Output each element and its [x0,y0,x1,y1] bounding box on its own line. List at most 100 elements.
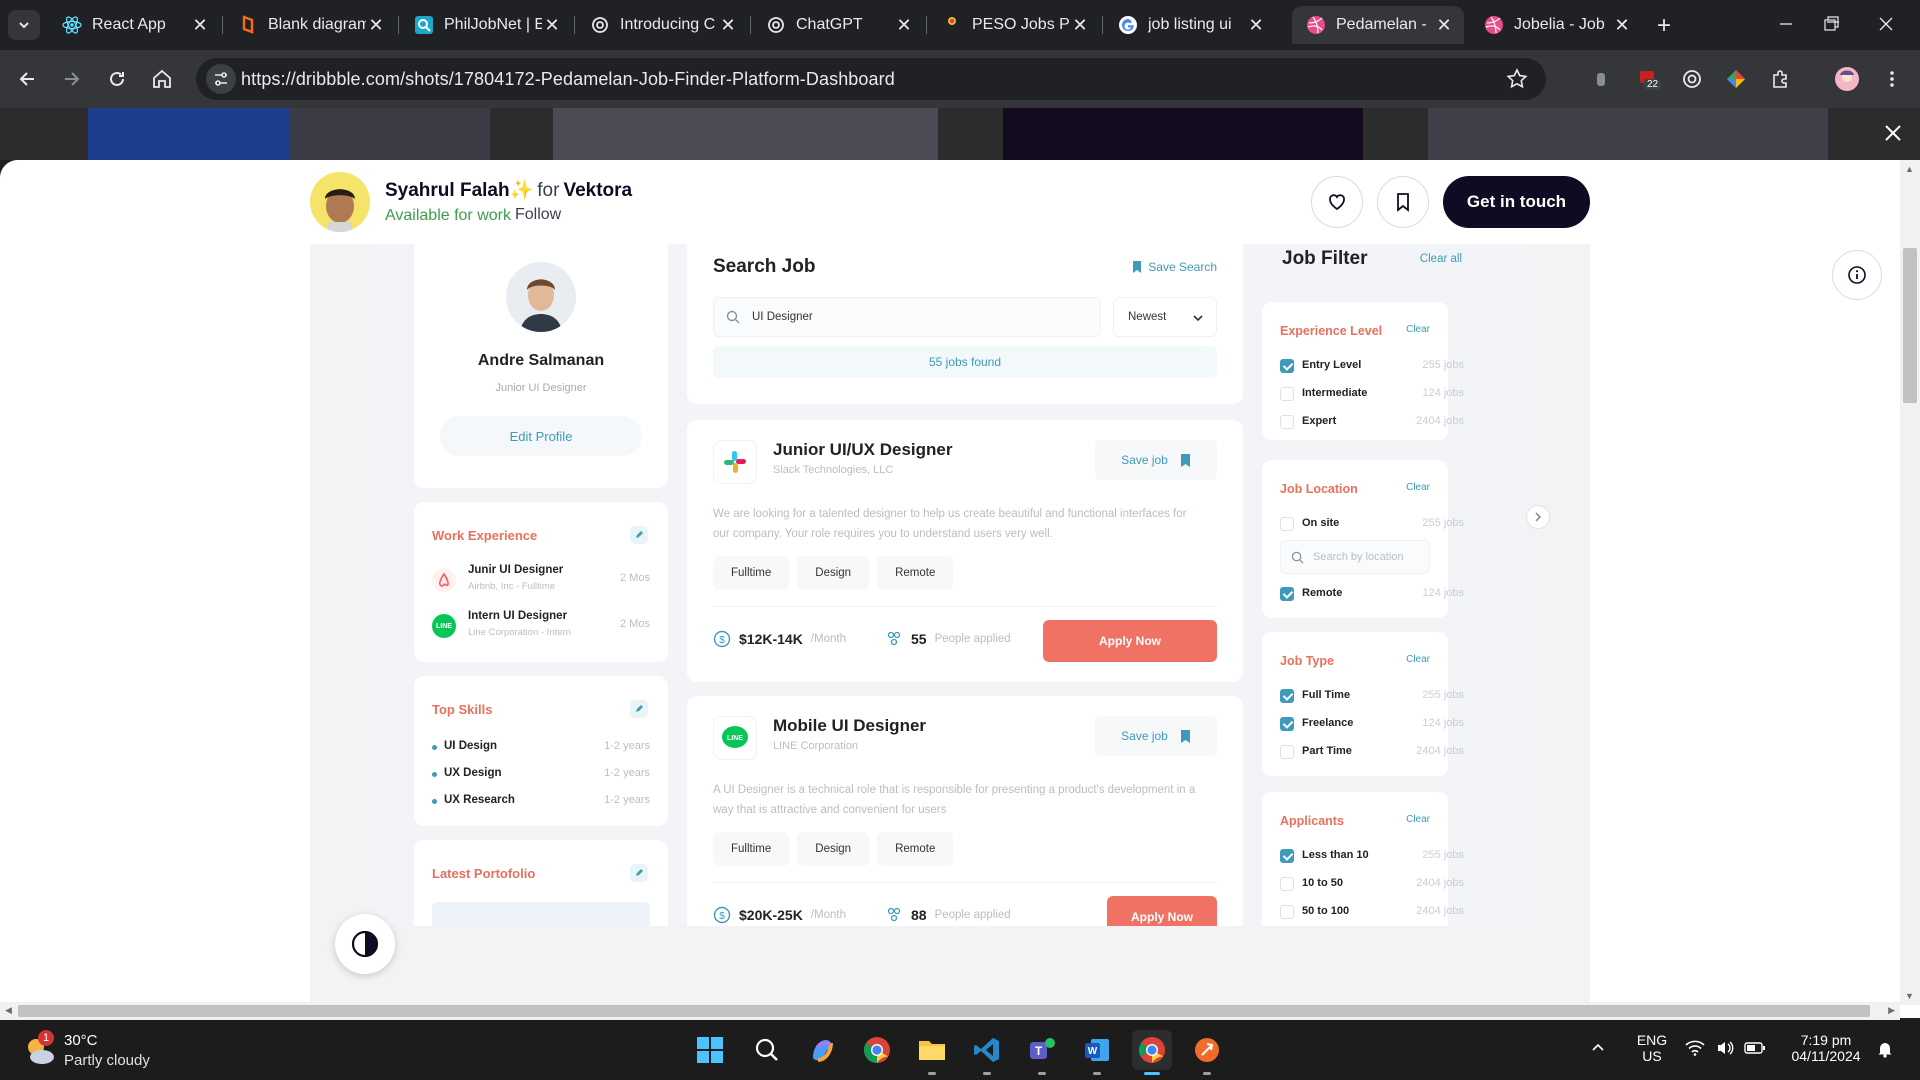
scroll-left-arrow-icon[interactable]: ◀ [5,1005,12,1016]
color-picker-extension-icon[interactable] [1721,64,1751,94]
clear-all-link[interactable]: Clear all [1420,253,1462,265]
battery-icon[interactable] [1744,1041,1766,1055]
checkbox-checked[interactable] [1280,689,1294,703]
checkbox[interactable] [1280,905,1294,919]
apply-now-button[interactable]: Apply Now [1107,896,1217,926]
close-tab-icon[interactable]: ✕ [190,15,210,35]
scrollbar-thumb[interactable] [18,1005,1870,1017]
close-shot-button[interactable] [1878,118,1908,148]
portfolio-thumbnail[interactable] [432,902,650,926]
show-hidden-icons[interactable] [1590,1040,1606,1056]
edit-profile-button[interactable]: Edit Profile [440,416,642,456]
clear-filter-link[interactable]: Clear [1406,654,1430,665]
checkbox[interactable] [1280,745,1294,759]
home-button[interactable] [147,64,177,94]
profile-avatar[interactable] [1832,64,1862,94]
volume-icon[interactable] [1716,1040,1734,1056]
close-tab-icon[interactable]: ✕ [1246,15,1266,35]
tab-introducing[interactable]: Introducing C ✕ [576,6,748,44]
teams-icon[interactable]: T [1022,1030,1062,1070]
job-card[interactable]: Junior UI/UX Designer Slack Technologies… [687,420,1243,682]
get-in-touch-button[interactable]: Get in touch [1443,176,1590,228]
edit-icon[interactable] [630,526,648,544]
clear-filter-link[interactable]: Clear [1406,324,1430,335]
tab-blank-diagram[interactable]: Blank diagram ✕ [224,6,396,44]
reload-button[interactable] [102,64,132,94]
filter-option[interactable]: Remote 124 jobs [1280,586,1464,602]
restore-button[interactable] [1811,12,1851,36]
shot-info-button[interactable] [1832,250,1882,300]
theme-toggle-button[interactable] [335,914,395,974]
language-indicator[interactable]: ENG US [1632,1032,1672,1064]
tab-job-listing-ui[interactable]: job listing ui ✕ [1104,6,1276,44]
back-button[interactable] [12,64,42,94]
address-bar[interactable]: https://dribbble.com/shots/17804172-Peda… [196,58,1546,100]
checkbox-checked[interactable] [1280,587,1294,601]
browser-menu-icon[interactable] [1877,64,1907,94]
tab-search-button[interactable] [8,10,40,40]
extension-icon[interactable] [1586,64,1616,94]
search-icon[interactable] [747,1030,787,1070]
close-tab-icon[interactable]: ✕ [542,15,562,35]
edit-icon[interactable] [630,864,648,882]
word-icon[interactable]: W [1077,1030,1117,1070]
filter-option[interactable]: Intermediate 124 jobs [1280,386,1464,402]
clear-filter-link[interactable]: Clear [1406,482,1430,493]
filter-option[interactable]: Freelance 124 jobs [1280,716,1464,732]
tab-react-app[interactable]: React App ✕ [48,6,220,44]
job-search-input[interactable]: UI Designer [713,297,1101,337]
filter-option[interactable]: Less than 10 255 jobs [1280,848,1464,864]
filter-option[interactable]: Full Time 255 jobs [1280,688,1464,704]
sort-dropdown[interactable]: Newest [1113,297,1217,337]
designer-avatar[interactable] [310,172,370,232]
brave-icon[interactable] [1187,1030,1227,1070]
forward-button[interactable] [57,64,87,94]
apply-now-button[interactable]: Apply Now [1043,620,1217,662]
checkbox-checked[interactable] [1280,849,1294,863]
checkbox[interactable] [1280,415,1294,429]
save-shot-button[interactable] [1377,176,1429,228]
checkbox-checked[interactable] [1280,359,1294,373]
checkbox-checked[interactable] [1280,717,1294,731]
bookmark-star-icon[interactable] [1506,68,1528,90]
close-tab-icon[interactable]: ✕ [1612,15,1632,35]
tab-pedamelan-active[interactable]: Pedamelan - ✕ [1292,6,1464,44]
scroll-right-arrow-icon[interactable]: ▶ [1888,1005,1895,1016]
job-title[interactable]: Junior UI/UX Designer [773,440,952,460]
windows-start-icon[interactable] [690,1030,730,1070]
tab-jobelia[interactable]: Jobelia - Job ✕ [1470,6,1642,44]
filter-option[interactable]: 50 to 100 2404 jobs [1280,904,1464,920]
notification-bell-icon[interactable] [1876,1040,1894,1058]
team-name[interactable]: Vektora [563,180,632,201]
scrollbar-thumb[interactable] [1903,248,1917,403]
designer-name[interactable]: Syahrul Falah [385,180,510,201]
clear-filter-link[interactable]: Clear [1406,814,1430,825]
job-card[interactable]: LINE Mobile UI Designer LINE Corporation… [687,696,1243,926]
clock[interactable]: 7:19 pm 04/11/2024 [1780,1032,1872,1064]
tab-chatgpt[interactable]: ChatGPT ✕ [752,6,924,44]
location-search-input[interactable]: Search by location [1280,540,1430,574]
availability-status[interactable]: Available for work [385,207,511,225]
job-title[interactable]: Mobile UI Designer [773,716,926,736]
checkbox[interactable] [1280,877,1294,891]
filter-option[interactable]: Expert 2404 jobs [1280,414,1464,430]
target-extension-icon[interactable] [1677,64,1707,94]
scroll-down-arrow-icon[interactable]: ▼ [1905,991,1914,1001]
file-explorer-icon[interactable] [912,1030,952,1070]
like-button[interactable] [1311,176,1363,228]
extensions-puzzle-icon[interactable] [1766,64,1796,94]
scroll-up-arrow-icon[interactable]: ▲ [1905,164,1914,174]
site-settings-icon[interactable] [206,64,236,94]
tab-philjobnet[interactable]: PhilJobNet | E ✕ [400,6,572,44]
edit-icon[interactable] [630,700,648,718]
save-job-button[interactable]: Save job [1095,440,1217,480]
save-search-link[interactable]: Save Search [1132,260,1217,274]
horizontal-scrollbar[interactable]: ◀ ▶ [0,1002,1900,1020]
minimize-window-button[interactable] [1766,12,1806,36]
chrome-icon[interactable] [857,1030,897,1070]
vertical-scrollbar[interactable]: ▲ ▼ [1900,160,1920,1005]
filter-option[interactable]: 10 to 50 2404 jobs [1280,876,1464,892]
new-tab-button[interactable]: + [1650,12,1678,40]
checkbox[interactable] [1280,387,1294,401]
save-job-button[interactable]: Save job [1095,716,1217,756]
